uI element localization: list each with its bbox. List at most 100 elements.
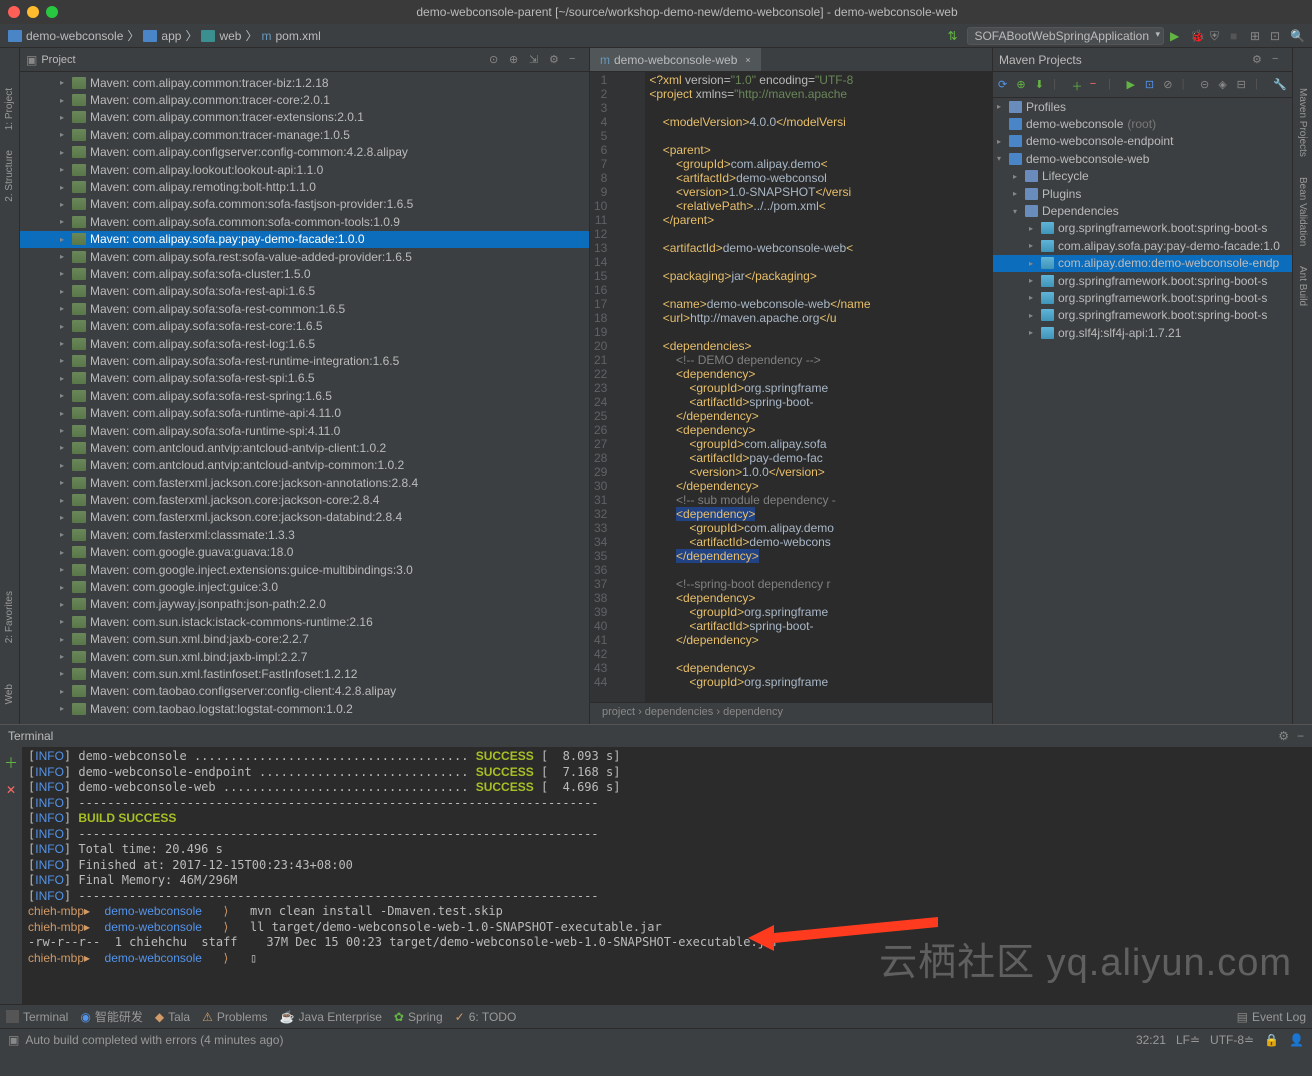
run-icon[interactable]: ▶ xyxy=(1170,29,1184,43)
tab-java-ee[interactable]: ☕Java Enterprise xyxy=(280,1010,382,1024)
tree-item[interactable]: ▸Maven: com.alipay.sofa:sofa-rest-core:1… xyxy=(20,317,589,334)
reimport-icon[interactable]: ⟳ xyxy=(998,78,1011,92)
tree-item[interactable]: ▸Maven: com.google.inject.extensions:gui… xyxy=(20,561,589,578)
tree-item[interactable]: ▸Maven: com.alipay.sofa.pay:pay-demo-fac… xyxy=(20,231,589,248)
skip-tests-icon[interactable]: ⊘ xyxy=(1163,78,1176,92)
maven-tree-item[interactable]: ▸org.springframework.boot:spring-boot-s xyxy=(993,272,1292,289)
tree-item[interactable]: ▸Maven: com.alipay.sofa:sofa-cluster:1.5… xyxy=(20,265,589,282)
tree-item[interactable]: ▸Maven: com.alipay.sofa:sofa-rest-log:1.… xyxy=(20,335,589,352)
editor-body[interactable]: 1234567891011121314151617181920212223242… xyxy=(590,72,992,702)
minimize-icon[interactable] xyxy=(27,6,39,18)
maven-tree[interactable]: ▸Profiles demo-webconsole (root)▸demo-we… xyxy=(993,98,1292,724)
tree-item[interactable]: ▸Maven: com.alipay.common:tracer-biz:1.2… xyxy=(20,74,589,91)
tab-todo[interactable]: ✓6: TODO xyxy=(455,1010,517,1024)
tree-item[interactable]: ▸Maven: com.fasterxml.jackson.core:jacks… xyxy=(20,491,589,508)
tree-item[interactable]: ▸Maven: com.sun.istack:istack-commons-ru… xyxy=(20,613,589,630)
settings-icon[interactable]: 🔧 xyxy=(1273,78,1287,92)
settings-icon[interactable]: ⊡ xyxy=(1270,29,1284,43)
gear-icon[interactable]: ⚙ xyxy=(1252,53,1266,67)
tree-item[interactable]: ▸Maven: com.alipay.common:tracer-manage:… xyxy=(20,126,589,143)
run-icon[interactable]: ▶ xyxy=(1127,78,1140,92)
close-session-icon[interactable]: ✕ xyxy=(6,783,16,797)
offline-icon[interactable]: ⊝ xyxy=(1200,78,1213,92)
inspect-icon[interactable]: 👤 xyxy=(1289,1033,1304,1047)
status-encoding[interactable]: UTF-8≐ xyxy=(1210,1033,1254,1047)
tree-item[interactable]: ▸Maven: com.alipay.configserver:config-c… xyxy=(20,144,589,161)
generate-icon[interactable]: ⊕ xyxy=(1016,78,1029,92)
breadcrumb[interactable]: demo-webconsole〉 app〉 web〉 m pom.xml xyxy=(8,27,321,44)
maven-tree-item[interactable]: ▸demo-webconsole-endpoint xyxy=(993,133,1292,150)
hide-icon[interactable]: − xyxy=(569,53,583,67)
exec-icon[interactable]: ⊡ xyxy=(1145,78,1158,92)
tree-item[interactable]: ▸Maven: com.sun.xml.fastinfoset:FastInfo… xyxy=(20,665,589,682)
gear-icon[interactable]: ⚙ xyxy=(549,53,563,67)
tree-item[interactable]: ▸Maven: com.fasterxml:classmate:1.3.3 xyxy=(20,526,589,543)
maven-tree-item[interactable]: ▸Lifecycle xyxy=(993,168,1292,185)
tree-item[interactable]: ▸Maven: com.sun.xml.bind:jaxb-core:2.2.7 xyxy=(20,631,589,648)
maven-tree-item[interactable]: ▸org.springframework.boot:spring-boot-s xyxy=(993,307,1292,324)
code-area[interactable]: <?xml version="1.0" encoding="UTF-8 <pro… xyxy=(645,72,992,702)
maven-tree-item[interactable]: demo-webconsole (root) xyxy=(993,115,1292,132)
sidebar-tab-structure[interactable]: 2. Structure xyxy=(4,150,15,202)
coverage-icon[interactable]: ⛨ xyxy=(1210,29,1224,43)
tree-item[interactable]: ▸Maven: com.sun.xml.bind:jaxb-impl:2.2.7 xyxy=(20,648,589,665)
tree-item[interactable]: ▸Maven: com.alipay.sofa:sofa-rest-spring… xyxy=(20,387,589,404)
sync-icon[interactable]: ⇅ xyxy=(947,29,961,43)
tree-item[interactable]: ▸Maven: com.alipay.common:tracer-core:2.… xyxy=(20,91,589,108)
sidebar-tab-project[interactable]: 1: Project xyxy=(4,88,15,130)
status-pos[interactable]: 32:21 xyxy=(1136,1033,1166,1047)
tab-dev[interactable]: ◉智能研发 xyxy=(80,1008,143,1025)
tab-tala[interactable]: ◆Tala xyxy=(155,1010,190,1024)
sidebar-tab-web[interactable]: Web xyxy=(4,684,15,704)
sidebar-tab-ant[interactable]: Ant Build xyxy=(1297,266,1308,306)
maven-tree-item[interactable]: ▾demo-webconsole-web xyxy=(993,150,1292,167)
tree-item[interactable]: ▸Maven: com.antcloud.antvip:antcloud-ant… xyxy=(20,439,589,456)
terminal-output[interactable]: [INFO] demo-webconsole .................… xyxy=(22,747,1312,1004)
tree-item[interactable]: ▸Maven: com.google.inject:guice:3.0 xyxy=(20,578,589,595)
structure-icon[interactable]: ⊞ xyxy=(1250,29,1264,43)
traffic-lights[interactable] xyxy=(8,6,58,18)
search-icon[interactable]: 🔍 xyxy=(1290,29,1304,43)
collapse-icon[interactable]: ⊙ xyxy=(489,53,503,67)
close-icon[interactable] xyxy=(8,6,20,18)
target-icon[interactable]: ⊕ xyxy=(509,53,523,67)
sidebar-tab-favorites[interactable]: 2: Favorites xyxy=(4,591,15,643)
tree-item[interactable]: ▸Maven: com.alipay.sofa:sofa-runtime-spi… xyxy=(20,422,589,439)
status-line-ending[interactable]: LF≐ xyxy=(1176,1033,1200,1047)
new-session-icon[interactable]: ＋ xyxy=(4,753,18,773)
hide-icon[interactable]: − xyxy=(1272,53,1286,67)
tree-item[interactable]: ▸Maven: com.alipay.sofa:sofa-rest-spi:1.… xyxy=(20,370,589,387)
graph-icon[interactable]: ◈ xyxy=(1218,78,1231,92)
debug-icon[interactable]: 🐞 xyxy=(1190,29,1204,43)
lock-icon[interactable]: 🔒 xyxy=(1264,1033,1279,1047)
tree-item[interactable]: ▸Maven: com.taobao.logstat:logstat-commo… xyxy=(20,700,589,717)
tab-event-log[interactable]: ▤Event Log xyxy=(1237,1010,1306,1024)
maven-tree-item[interactable]: ▸org.springframework.boot:spring-boot-s xyxy=(993,289,1292,306)
remove-icon[interactable]: − xyxy=(1090,78,1103,92)
tab-problems[interactable]: ⚠Problems xyxy=(202,1010,267,1024)
maven-tree-item[interactable]: ▸Profiles xyxy=(993,98,1292,115)
tree-item[interactable]: ▸Maven: com.fasterxml.jackson.core:jacks… xyxy=(20,509,589,526)
gear-icon[interactable]: ⚙ xyxy=(1278,729,1289,743)
tree-item[interactable]: ▸Maven: com.alipay.sofa:sofa-rest-api:1.… xyxy=(20,283,589,300)
tree-item[interactable]: ▸Maven: com.alipay.sofa:sofa-runtime-api… xyxy=(20,404,589,421)
tree-item[interactable]: ▸Maven: com.alipay.sofa.rest:sofa-value-… xyxy=(20,248,589,265)
tree-item[interactable]: ▸Maven: com.alipay.lookout:lookout-api:1… xyxy=(20,161,589,178)
maven-tree-item[interactable]: ▸org.springframework.boot:spring-boot-s xyxy=(993,220,1292,237)
sidebar-tab-bean[interactable]: Bean Validation xyxy=(1297,177,1308,246)
close-tab-icon[interactable]: × xyxy=(745,55,750,65)
tree-item[interactable]: ▸Maven: com.antcloud.antvip:antcloud-ant… xyxy=(20,457,589,474)
tree-item[interactable]: ▸Maven: com.alipay.sofa:sofa-rest-runtim… xyxy=(20,352,589,369)
maven-tree-item[interactable]: ▸org.slf4j:slf4j-api:1.7.21 xyxy=(993,324,1292,341)
maven-tree-item[interactable]: ▾Dependencies xyxy=(993,202,1292,219)
editor-breadcrumbs[interactable]: project › dependencies › dependency xyxy=(590,702,992,724)
tree-item[interactable]: ▸Maven: com.alipay.sofa:sofa-rest-common… xyxy=(20,300,589,317)
editor-tab[interactable]: m demo-webconsole-web × xyxy=(590,48,761,71)
tab-spring[interactable]: ✿Spring xyxy=(394,1010,443,1024)
hide-icon[interactable]: − xyxy=(1297,729,1304,743)
add-icon[interactable]: ＋ xyxy=(1071,78,1084,92)
maximize-icon[interactable] xyxy=(46,6,58,18)
tree-item[interactable]: ▸Maven: com.jayway.jsonpath:json-path:2.… xyxy=(20,596,589,613)
tree-item[interactable]: ▸Maven: com.alipay.remoting:bolt-http:1.… xyxy=(20,178,589,195)
sidebar-tab-maven[interactable]: Maven Projects xyxy=(1297,88,1308,157)
